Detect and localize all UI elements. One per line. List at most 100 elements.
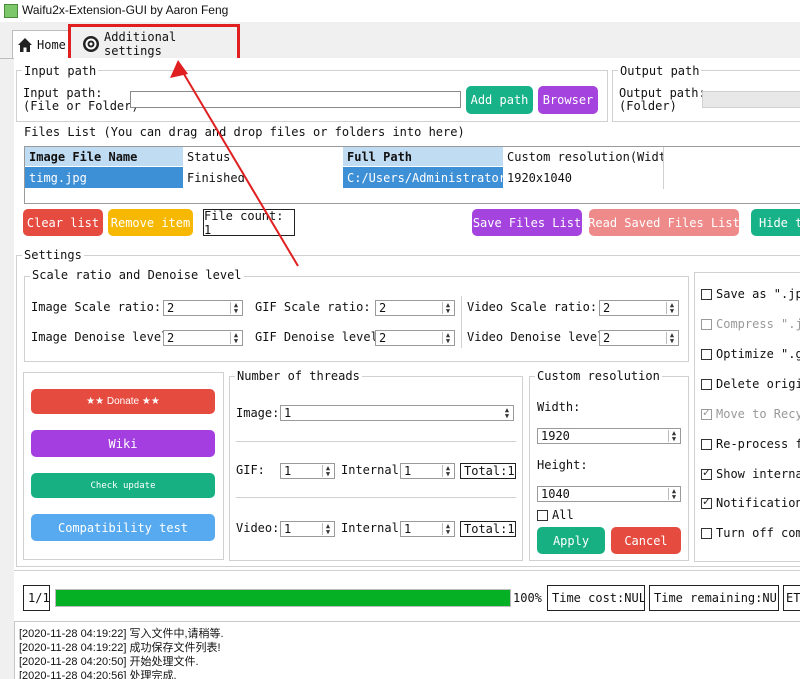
output-path-label-line2: (Folder) (619, 99, 677, 113)
progress-fill (56, 590, 510, 606)
option-notification[interactable]: Notification (701, 495, 800, 510)
table-cell-custom-resolution[interactable]: 1920x1040 (503, 167, 663, 188)
thread-video-value: 1 (284, 522, 292, 536)
all-label: All (552, 508, 574, 522)
option-move-to-recycle[interactable]: Move to Recyc (701, 406, 800, 421)
height-spinbox[interactable]: 1040 ▲ ▼ (537, 486, 681, 502)
compatibility-test-button[interactable]: Compatibility test (31, 514, 215, 541)
table-cell-full-path[interactable]: C:/Users/Administrator… (343, 167, 503, 188)
thread-gif-internal-spinbox[interactable]: 1 ▲ ▼ (400, 463, 455, 479)
option-turn-off-computer[interactable]: Turn off comp (701, 526, 800, 540)
output-path-field[interactable] (702, 91, 800, 108)
checkbox[interactable] (701, 466, 712, 480)
thread-gif-spinbox[interactable]: 1 ▲ ▼ (280, 463, 335, 479)
hide-button[interactable]: Hide t (751, 209, 800, 236)
option-save-as-jpg[interactable]: Save as ".jpg (701, 287, 800, 301)
thread-video-spinbox[interactable]: 1 ▲ ▼ (280, 521, 335, 537)
image-denoise-spinbox[interactable]: 2 ▲ ▼ (163, 330, 243, 346)
option-compress-jpg[interactable]: Compress ".jp (701, 317, 800, 331)
tab-home[interactable]: Home (12, 30, 70, 58)
checkbox[interactable] (701, 288, 712, 300)
gif-scale-spinbox[interactable]: 2 ▲ ▼ (375, 300, 455, 316)
spin-arrows-icon[interactable]: ▲ ▼ (668, 488, 679, 501)
checkbox[interactable] (701, 348, 712, 360)
thread-video-internal-spinbox[interactable]: 1 ▲ ▼ (400, 521, 455, 537)
all-checkbox-row[interactable]: All (537, 508, 574, 522)
table-cell-status[interactable]: Finished (183, 167, 343, 188)
save-files-list-button[interactable]: Save Files List (472, 209, 582, 236)
wiki-button[interactable]: Wiki (31, 430, 215, 457)
table-header-status[interactable]: Status (183, 147, 343, 166)
video-denoise-spinbox[interactable]: 2 ▲ ▼ (599, 330, 679, 346)
spin-arrows-icon[interactable]: ▲ ▼ (502, 407, 512, 420)
option-label: Re-process fi (716, 437, 800, 451)
donate-button[interactable]: ★★ Donate ★★ (31, 389, 215, 414)
spin-arrows-icon[interactable]: ▲ ▼ (666, 302, 677, 315)
checkbox[interactable] (701, 378, 712, 390)
progress-count: 1/1 (23, 585, 50, 611)
checkbox[interactable] (537, 509, 548, 521)
image-denoise-value: 2 (167, 331, 175, 345)
table-column-divider (663, 147, 664, 189)
spin-arrows-icon[interactable]: ▲ ▼ (322, 465, 333, 478)
thread-gif-total: Total:1 (460, 463, 516, 479)
options-list: Save as ".jpg Compress ".jp Optimize ".g… (701, 282, 800, 552)
width-spinbox[interactable]: 1920 ▲ ▼ (537, 428, 681, 444)
browser-button[interactable]: Browser (538, 86, 598, 114)
spin-arrows-icon[interactable]: ▲ ▼ (442, 523, 453, 536)
spin-arrows-icon[interactable]: ▲ ▼ (322, 523, 333, 536)
checkbox[interactable] (701, 438, 712, 450)
divider (461, 296, 462, 348)
check-update-button[interactable]: Check update (31, 473, 215, 498)
log-line: [2020-11-28 04:20:56] 处理完成. (19, 670, 177, 679)
table-cell-file-name[interactable]: timg.jpg (25, 167, 183, 188)
clear-list-button[interactable]: Clear list (23, 209, 103, 236)
remove-item-button[interactable]: Remove item (108, 209, 193, 236)
cancel-button[interactable]: Cancel (611, 527, 681, 554)
video-denoise-label: Video Denoise level: (467, 330, 612, 344)
input-path-label: Input path: (File or Folder) (23, 87, 139, 113)
gif-denoise-spinbox[interactable]: 2 ▲ ▼ (375, 330, 455, 346)
table-header-custom-resolution[interactable]: Custom resolution(Width (503, 147, 663, 166)
option-label: Compress ".jp (716, 317, 800, 331)
thread-video-internal-value: 1 (404, 522, 412, 536)
add-path-button[interactable]: Add path (466, 86, 533, 114)
video-scale-spinbox[interactable]: 2 ▲ ▼ (599, 300, 679, 316)
spin-arrows-icon[interactable]: ▲ ▼ (442, 465, 453, 478)
thread-video-internal-label: Internal: (341, 521, 407, 535)
spin-arrows-icon[interactable]: ▲ ▼ (668, 430, 679, 443)
option-label: Show internal (716, 467, 800, 481)
spin-arrows-icon[interactable]: ▲ ▼ (442, 302, 453, 315)
files-list-title: Files List (You can drag and drop files … (24, 125, 465, 139)
checkbox[interactable] (701, 406, 712, 420)
log-textarea[interactable]: [2020-11-28 04:19:22] 写入文件中,请稍等. [2020-1… (14, 621, 800, 679)
file-count-label: File count: 1 (203, 209, 295, 237)
width-value: 1920 (541, 429, 570, 443)
option-reprocess-finished[interactable]: Re-process fi (701, 437, 800, 451)
checkbox[interactable] (701, 318, 712, 330)
thread-image-value: 1 (284, 406, 292, 420)
spin-arrows-icon[interactable]: ▲ ▼ (230, 302, 241, 315)
table-header-full-path[interactable]: Full Path (343, 147, 503, 166)
checkbox[interactable] (701, 527, 712, 539)
checkbox[interactable] (701, 495, 712, 509)
thread-image-label: Image: (236, 406, 280, 420)
read-saved-files-list-button[interactable]: Read Saved Files List (589, 209, 739, 236)
input-path-field[interactable] (130, 91, 461, 108)
output-path-group-title: Output path (618, 64, 702, 78)
option-label: Save as ".jpg (716, 287, 800, 301)
option-delete-original[interactable]: Delete origin (701, 377, 800, 391)
thread-video-total: Total:1 (460, 521, 516, 537)
spin-arrows-icon[interactable]: ▲ ▼ (230, 332, 241, 345)
spin-arrows-icon[interactable]: ▲ ▼ (666, 332, 677, 345)
divider (14, 570, 800, 571)
thread-gif-value: 1 (284, 464, 292, 478)
image-scale-spinbox[interactable]: 2 ▲ ▼ (163, 300, 243, 316)
thread-image-combo[interactable]: 1 ▲ ▼ (280, 405, 514, 421)
option-optimize-gif[interactable]: Optimize ".gi (701, 347, 800, 361)
table-header-image-file-name[interactable]: Image File Name (25, 147, 183, 166)
image-scale-value: 2 (167, 301, 175, 315)
apply-button[interactable]: Apply (537, 527, 605, 554)
spin-arrows-icon[interactable]: ▲ ▼ (442, 332, 453, 345)
option-show-internal[interactable]: Show internal (701, 466, 800, 481)
